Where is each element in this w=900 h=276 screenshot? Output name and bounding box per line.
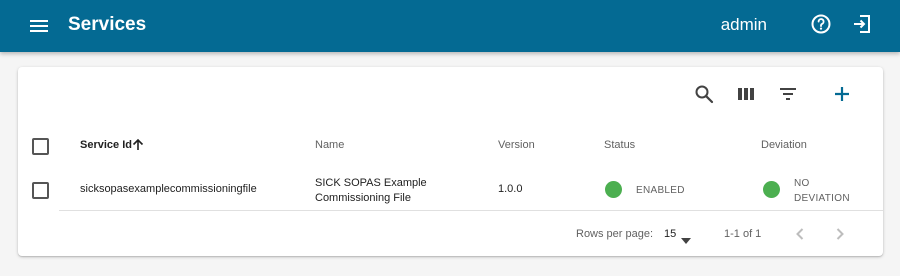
logout-icon[interactable] (850, 12, 874, 36)
service-name-line1: SICK SOPAS Example (315, 177, 427, 189)
sort-ascending-icon[interactable] (130, 137, 146, 153)
deviation-line2: DEVIATION (794, 193, 850, 204)
column-header-service-id[interactable]: Service Id (80, 138, 132, 153)
page-title: Services (68, 14, 147, 35)
select-all-checkbox[interactable] (32, 138, 49, 155)
row-divider (59, 210, 883, 211)
chevron-down-icon (681, 231, 691, 249)
add-icon[interactable] (830, 82, 854, 106)
services-table-card: Service Id Name Version Status Deviation… (18, 67, 883, 256)
service-id-cell: sicksopasexamplecommissioningfile (80, 183, 257, 195)
status-text: ENABLED (636, 185, 685, 196)
rows-per-page-value: 15 (664, 228, 677, 240)
pagination-range: 1-1 of 1 (724, 228, 762, 240)
row-select-checkbox[interactable] (32, 182, 49, 199)
filter-icon[interactable] (776, 82, 800, 106)
column-header-version[interactable]: Version (498, 138, 535, 153)
version-cell: 1.0.0 (498, 183, 523, 195)
deviation-line1: NO (794, 178, 810, 189)
status-ok-indicator (605, 181, 622, 198)
column-header-status[interactable]: Status (604, 138, 635, 153)
search-icon[interactable] (692, 82, 716, 106)
rows-per-page-label: Rows per page: (576, 228, 654, 240)
service-name-line2: Commissioning File (315, 192, 411, 204)
column-header-deviation[interactable]: Deviation (761, 138, 807, 153)
rows-per-page-select[interactable]: 15 (664, 223, 696, 245)
help-circle-icon[interactable] (809, 12, 833, 36)
username-label: admin (720, 15, 767, 34)
app-bar: Services admin (0, 0, 900, 52)
deviation-ok-indicator (763, 181, 780, 198)
view-columns-icon[interactable] (734, 82, 758, 106)
next-page-icon[interactable] (828, 222, 852, 246)
column-header-name[interactable]: Name (315, 138, 344, 153)
previous-page-icon[interactable] (788, 222, 812, 246)
menu-icon[interactable] (27, 14, 51, 38)
